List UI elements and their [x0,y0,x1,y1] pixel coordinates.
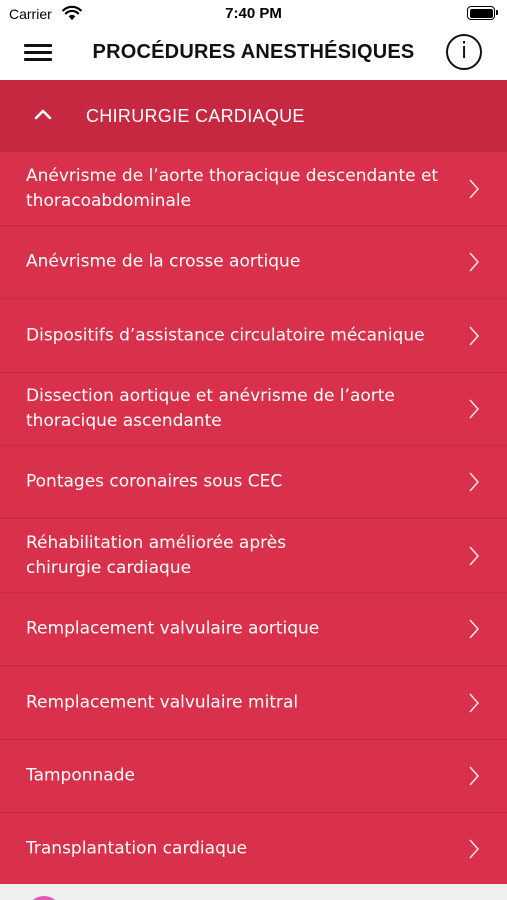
list-item[interactable]: Tamponnade [0,740,507,813]
section-icon [27,896,61,900]
procedure-list: Anévrisme de l’aorte thoracique descenda… [0,152,507,884]
status-bar: Carrier 7:40 PM [0,0,507,28]
hamburger-menu-icon[interactable] [24,42,54,64]
list-item[interactable]: Dispositifs d’assistance circulatoire mé… [0,299,507,373]
next-section-header[interactable] [0,884,507,900]
chevron-right-icon [469,692,480,713]
chevron-right-icon [469,325,480,346]
list-item-label: Réhabilitation améliorée après chirurgie… [26,532,287,578]
list-item[interactable]: Transplantation cardiaque [0,813,507,884]
navigation-bar: PROCÉDURES ANESTHÉSIQUES i [0,28,507,78]
list-item-label: Anévrisme de la crosse aortique [26,251,301,272]
page-title: PROCÉDURES ANESTHÉSIQUES [92,41,415,63]
section-header-chirurgie-cardiaque[interactable]: CHIRURGIE CARDIAQUE [0,80,507,152]
list-item-label: Remplacement valvulaire aortique [26,618,320,639]
chevron-right-icon [469,399,480,419]
chevron-up-icon [34,109,52,120]
list-item[interactable]: Pontages coronaires sous CEC [0,446,507,519]
list-item[interactable]: Anévrisme de la crosse aortique [0,226,507,299]
list-item-label: Dissection aortique et anévrisme de l’ao… [26,386,395,431]
list-item[interactable]: Anévrisme de l’aorte thoracique descenda… [0,152,507,226]
chevron-right-icon [469,838,480,859]
list-item-label: Tamponnade [26,765,135,786]
chevron-right-icon [469,766,480,786]
clock: 7:40 PM [225,5,282,22]
list-item-label: Anévrisme de l’aorte thoracique descenda… [26,165,439,211]
chevron-right-icon [469,545,480,566]
battery-icon [467,6,498,20]
chevron-right-icon [469,252,480,272]
info-button[interactable]: i [446,34,482,70]
list-item-label: Dispositifs d’assistance circulatoire mé… [26,325,425,345]
list-item-label: Transplantation cardiaque [26,838,248,858]
list-item[interactable]: Dissection aortique et anévrisme de l’ao… [0,373,507,446]
list-item[interactable]: Remplacement valvulaire mitral [0,666,507,740]
list-item-label: Remplacement valvulaire mitral [26,692,299,712]
list-item[interactable]: Remplacement valvulaire aortique [0,593,507,666]
chevron-right-icon [469,619,480,639]
list-item-label: Pontages coronaires sous CEC [26,471,283,492]
chevron-right-icon [469,472,480,492]
section-title: CHIRURGIE CARDIAQUE [86,106,305,126]
list-item[interactable]: Réhabilitation améliorée après chirurgie… [0,519,507,593]
chevron-right-icon [469,178,480,199]
